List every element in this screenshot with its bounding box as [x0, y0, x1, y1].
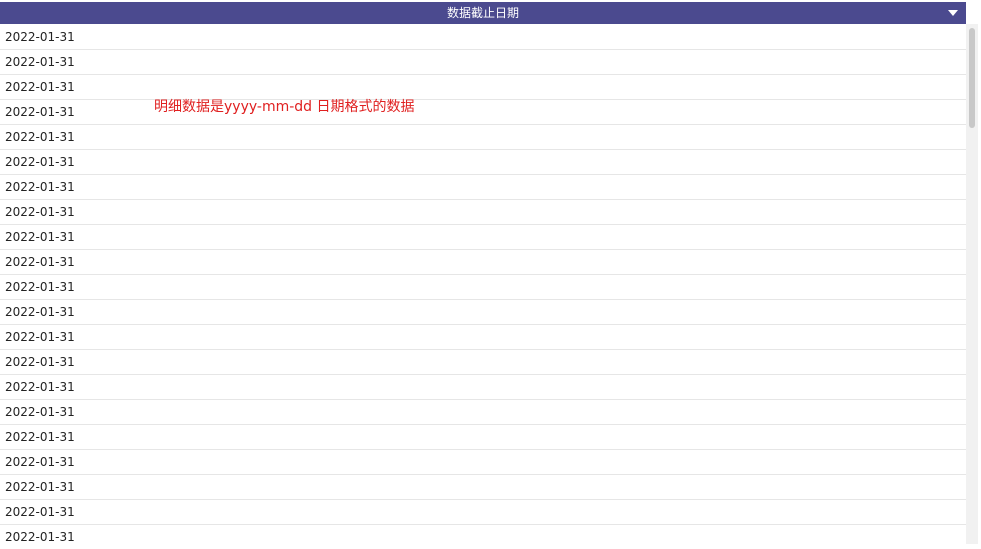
table-row[interactable]: 2022-01-31 [0, 25, 966, 50]
date-cell: 2022-01-31 [5, 330, 75, 344]
date-cell: 2022-01-31 [5, 355, 75, 369]
date-cell: 2022-01-31 [5, 505, 75, 519]
date-cell: 2022-01-31 [5, 455, 75, 469]
date-cell: 2022-01-31 [5, 530, 75, 544]
table-row[interactable]: 2022-01-31 [0, 100, 966, 125]
date-cell: 2022-01-31 [5, 205, 75, 219]
date-cell: 2022-01-31 [5, 80, 75, 94]
table-row[interactable]: 2022-01-31 [0, 75, 966, 100]
date-cell: 2022-01-31 [5, 305, 75, 319]
table-row[interactable]: 2022-01-31 [0, 450, 966, 475]
table-row[interactable]: 2022-01-31 [0, 150, 966, 175]
table-row[interactable]: 2022-01-31 [0, 350, 966, 375]
table-row[interactable]: 2022-01-31 [0, 325, 966, 350]
table-row[interactable]: 2022-01-31 [0, 175, 966, 200]
table-body: 2022-01-31 2022-01-31 2022-01-31 2022-01-31… [0, 25, 966, 549]
date-cell: 2022-01-31 [5, 105, 75, 119]
date-cell: 2022-01-31 [5, 430, 75, 444]
table-row[interactable]: 2022-01-31 [0, 125, 966, 150]
table-row[interactable]: 2022-01-31 [0, 275, 966, 300]
date-cell: 2022-01-31 [5, 155, 75, 169]
table-row[interactable]: 2022-01-31 [0, 50, 966, 75]
table-row[interactable]: 2022-01-31 [0, 300, 966, 325]
date-cell: 2022-01-31 [5, 405, 75, 419]
date-cell: 2022-01-31 [5, 180, 75, 194]
column-header-label: 数据截止日期 [446, 6, 519, 20]
table-row[interactable]: 2022-01-31 [0, 500, 966, 525]
date-cell: 2022-01-31 [5, 55, 75, 69]
date-cell: 2022-01-31 [5, 280, 75, 294]
scrollbar-thumb[interactable] [969, 28, 975, 128]
date-cell: 2022-01-31 [5, 230, 75, 244]
table-row[interactable]: 2022-01-31 [0, 375, 966, 400]
date-cell: 2022-01-31 [5, 480, 75, 494]
annotation-note: 明细数据是yyyy-mm-dd 日期格式的数据 [154, 99, 415, 115]
data-table: 数据截止日期 2022-01-31 2022-01-31 2022-01-31 202… [0, 0, 966, 549]
table-row[interactable]: 2022-01-31 [0, 200, 966, 225]
table-row[interactable]: 2022-01-31 [0, 225, 966, 250]
dropdown-arrow-icon[interactable] [948, 10, 958, 16]
table-row[interactable]: 2022-01-31 [0, 400, 966, 425]
date-cell: 2022-01-31 [5, 30, 75, 44]
date-cell: 2022-01-31 [5, 130, 75, 144]
table-row[interactable]: 2022-01-31 [0, 525, 966, 549]
date-cell: 2022-01-31 [5, 255, 75, 269]
table-row[interactable]: 2022-01-31 [0, 475, 966, 500]
vertical-scrollbar[interactable] [966, 24, 978, 544]
date-cell: 2022-01-31 [5, 380, 75, 394]
table-row[interactable]: 2022-01-31 [0, 425, 966, 450]
column-header[interactable]: 数据截止日期 [0, 2, 966, 24]
table-row[interactable]: 2022-01-31 [0, 250, 966, 275]
